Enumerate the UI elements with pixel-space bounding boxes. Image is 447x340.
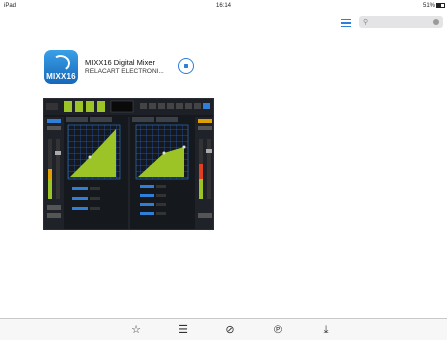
purchased-icon[interactable]: ℗ xyxy=(270,323,286,337)
search-field[interactable]: ⚲ xyxy=(359,16,443,28)
battery-icon xyxy=(436,3,445,8)
app-name[interactable]: MIXX16 Digital Mixer xyxy=(85,58,155,67)
download-icon[interactable]: ⤓ xyxy=(318,323,334,337)
list-icon[interactable]: ☰ xyxy=(175,323,191,337)
status-bar: iPad 16:14 51% xyxy=(0,0,447,12)
tab-bar: ☆ ☰ ⊘ ℗ ⤓ xyxy=(0,318,447,340)
app-icon-logo: MIXX16 xyxy=(46,72,76,81)
search-icon: ⚲ xyxy=(363,19,369,26)
mixer-screenshot-image xyxy=(44,99,213,229)
no-entry-icon[interactable]: ⊘ xyxy=(222,323,238,337)
clear-icon[interactable] xyxy=(433,18,439,25)
stop-download-button[interactable] xyxy=(178,58,194,74)
battery-percent: 51% xyxy=(422,3,435,9)
sound-wave-icon xyxy=(50,53,72,73)
menu-icon[interactable] xyxy=(341,19,351,28)
star-icon[interactable]: ☆ xyxy=(128,323,144,337)
app-developer[interactable]: RELACART ELECTRONI... xyxy=(85,68,164,75)
app-screenshot[interactable] xyxy=(43,98,214,230)
clock: 16:14 xyxy=(215,3,231,9)
app-icon[interactable]: MIXX16 xyxy=(44,50,78,84)
search-input[interactable] xyxy=(371,17,427,27)
